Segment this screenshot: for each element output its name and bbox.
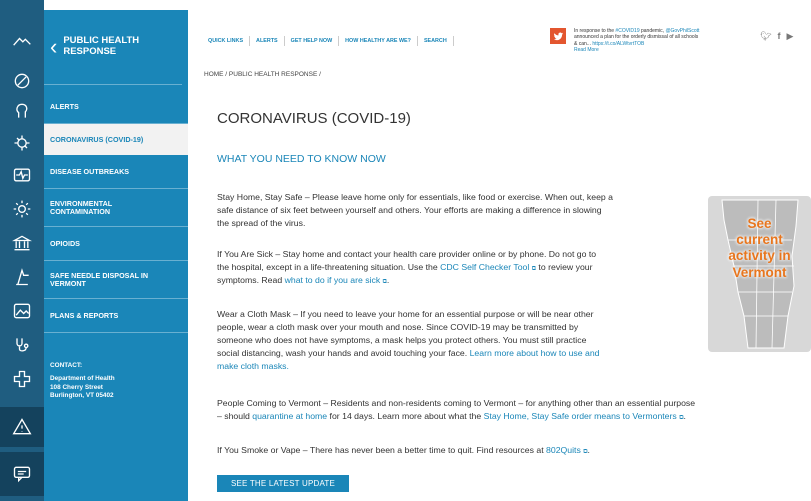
breadcrumb[interactable]: HOME / PUBLIC HEALTH RESPONSE /	[204, 71, 321, 78]
contact-line-2: 108 Cherry Street	[50, 383, 103, 391]
tweet-preview: In response to the #COVID19 pandemic, @G…	[574, 28, 700, 53]
tweet-handle[interactable]: @GovPhilScott	[665, 28, 699, 34]
twitter-icon[interactable]: 🐦︎	[760, 31, 771, 42]
cloth-mask-link[interactable]: Learn more about how to use and	[470, 348, 600, 358]
contact-block: CONTACT: Department of Health 108 Cherry…	[50, 362, 115, 400]
nav-item-opioids[interactable]: OPIOIDS	[44, 227, 188, 261]
contact-line-3: Burlington, VT 05402	[50, 391, 114, 399]
chat-icon[interactable]	[0, 452, 44, 496]
nav-item-safe-needle-disposal[interactable]: SAFE NEEDLE DISPOSAL IN VERMONT	[44, 261, 188, 299]
nav-item-environmental-contamination[interactable]: ENVIRONMENTAL CONTAMINATION	[44, 189, 188, 227]
paragraph-smoke-vape: If You Smoke or Vape – There has never b…	[217, 445, 590, 455]
nav-item-coronavirus[interactable]: CORONAVIRUS (COVID-19)	[44, 124, 188, 155]
contact-label: CONTACT:	[50, 362, 83, 369]
paragraph-if-sick: If You Are Sick – Stay home and contact …	[217, 249, 597, 286]
stay-home-order-link[interactable]: Stay Home, Stay Safe order means to Verm…	[484, 411, 677, 421]
image-icon[interactable]	[0, 296, 44, 326]
cloth-mask-link-cont[interactable]: make cloth masks.	[217, 361, 289, 371]
latest-update-button[interactable]: SEE THE LATEST UPDATE	[217, 475, 349, 492]
nav-item-alerts[interactable]: ALERTS	[44, 90, 188, 124]
facebook-icon[interactable]: f	[777, 31, 780, 42]
social-icons: 🐦︎ f ▶	[760, 31, 793, 42]
youtube-icon[interactable]: ▶	[786, 31, 793, 42]
tweet-url[interactable]: https://t.co/ALWtvrtTOB	[592, 41, 644, 47]
top-links: QUICK LINKS ALERTS GET HELP NOW HOW HEAL…	[208, 36, 454, 46]
top-link-alerts[interactable]: ALERTS	[250, 36, 285, 46]
paragraph-coming-to-vermont: People Coming to Vermont – Residents and…	[217, 398, 696, 422]
hand-icon[interactable]	[0, 262, 44, 292]
802quits-link[interactable]: 802Quits	[546, 445, 581, 455]
tweet-read-more[interactable]: Read More	[574, 47, 599, 53]
contact-line-1: Department of Health	[50, 375, 115, 383]
ban-icon[interactable]	[0, 66, 44, 96]
twitter-feed-icon[interactable]	[550, 28, 566, 44]
what-to-do-if-sick-link[interactable]: what to do if you are sick	[285, 275, 381, 285]
icon-rail	[0, 0, 44, 501]
warning-icon[interactable]	[0, 407, 44, 447]
nav-back-header[interactable]: ‹ PUBLIC HEALTH RESPONSE	[44, 10, 182, 85]
quarantine-link[interactable]: quarantine at home	[252, 411, 327, 421]
nav-header-title: PUBLIC HEALTH RESPONSE	[63, 35, 140, 57]
head-icon[interactable]	[0, 96, 44, 126]
sun-icon[interactable]	[0, 194, 44, 224]
heart-monitor-icon[interactable]	[0, 160, 44, 190]
virus-icon[interactable]	[0, 128, 44, 158]
page-title: CORONAVIRUS (COVID-19)	[217, 110, 411, 127]
top-link-how-healthy[interactable]: HOW HEALTHY ARE WE?	[339, 36, 418, 46]
plus-icon[interactable]	[0, 364, 44, 394]
map-card-label: See current activity in Vermont	[728, 216, 791, 280]
building-icon[interactable]	[0, 228, 44, 258]
nav-item-disease-outbreaks[interactable]: DISEASE OUTBREAKS	[44, 155, 188, 189]
top-link-search[interactable]: SEARCH	[418, 36, 454, 46]
nav-item-plans-reports[interactable]: PLANS & REPORTS	[44, 299, 188, 333]
chevron-left-icon: ‹	[50, 34, 58, 59]
vermont-activity-map-card[interactable]: See current activity in Vermont	[708, 196, 811, 352]
section-title: WHAT YOU NEED TO KNOW NOW	[217, 153, 386, 165]
cdc-self-checker-link[interactable]: CDC Self Checker Tool	[440, 262, 529, 272]
top-link-quick-links[interactable]: QUICK LINKS	[208, 36, 251, 46]
tweet-hashtag[interactable]: #COVID19	[615, 28, 639, 34]
stethoscope-icon[interactable]	[0, 330, 44, 360]
paragraph-stay-home: Stay Home, Stay Safe – Please leave home…	[217, 192, 613, 229]
external-link-icon: ⧉	[583, 449, 588, 455]
external-link-icon: ⧉	[382, 279, 387, 286]
mountain-logo-icon[interactable]	[0, 20, 44, 62]
paragraph-cloth-mask: Wear a Cloth Mask – If you need to leave…	[217, 309, 600, 372]
section-nav: ‹ PUBLIC HEALTH RESPONSE ALERTS CORONAVIR…	[44, 10, 188, 501]
external-link-icon: ⧉	[679, 415, 684, 422]
top-link-get-help-now[interactable]: GET HELP NOW	[285, 36, 340, 46]
